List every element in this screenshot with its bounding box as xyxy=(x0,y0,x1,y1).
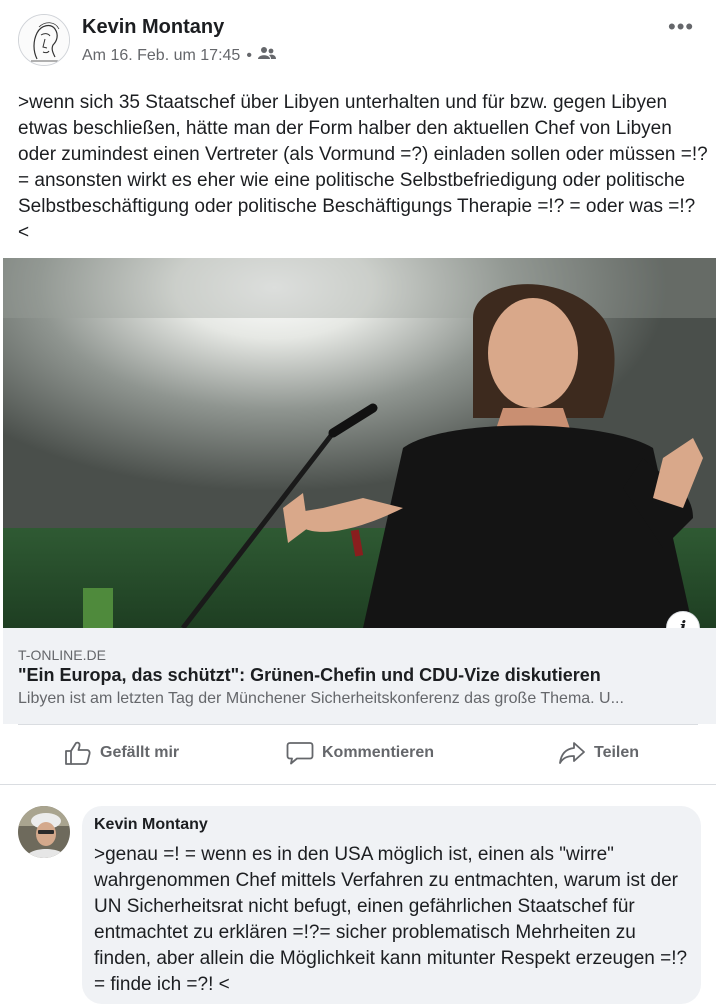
link-domain: T-ONLINE.DE xyxy=(18,647,106,663)
more-options-button[interactable]: ••• xyxy=(668,14,694,40)
divider xyxy=(0,784,716,785)
post-author-name[interactable]: Kevin Montany xyxy=(82,16,224,39)
comment-button[interactable]: Kommentieren xyxy=(286,740,434,766)
post-header: Kevin Montany Am 16. Feb. um 17:45 • ••• xyxy=(0,0,716,80)
link-preview-card[interactable]: T-ONLINE.DE "Ein Europa, das schützt": G… xyxy=(3,628,716,724)
comment-label: Kommentieren xyxy=(322,744,435,761)
thumbs-up-icon xyxy=(65,741,91,765)
sketch-portrait-icon xyxy=(19,15,69,65)
post-timestamp[interactable]: Am 16. Feb. um 17:45 xyxy=(82,47,240,65)
friends-icon[interactable] xyxy=(257,46,276,65)
like-button[interactable]: Gefällt mir xyxy=(64,740,179,766)
speaker-photo xyxy=(3,258,716,628)
commenter-photo xyxy=(18,806,70,858)
post-meta: Am 16. Feb. um 17:45 • xyxy=(82,46,276,65)
author-avatar[interactable] xyxy=(18,14,70,66)
share-arrow-icon xyxy=(559,742,585,764)
comment-bubble-icon xyxy=(286,742,314,765)
comment-bubble: Kevin Montany >genau =! = wenn es in den… xyxy=(82,806,701,1004)
link-title[interactable]: "Ein Europa, das schützt": Grünen-Chefin… xyxy=(18,665,708,686)
post-text: >wenn sich 35 Staatschef über Libyen unt… xyxy=(18,92,708,243)
action-bar: Gefällt mir Kommentieren Teilen xyxy=(0,728,716,782)
divider xyxy=(18,724,698,725)
commenter-avatar[interactable] xyxy=(18,806,70,858)
share-label: Teilen xyxy=(594,744,640,761)
link-description: Libyen ist am letzten Tag der Münchener … xyxy=(18,690,624,707)
meta-separator: • xyxy=(246,46,252,64)
share-button[interactable]: Teilen xyxy=(558,740,639,766)
link-preview-image[interactable] xyxy=(3,258,716,628)
like-label: Gefällt mir xyxy=(100,744,180,761)
comment-author-name[interactable]: Kevin Montany xyxy=(94,816,208,834)
comment-text: >genau =! = wenn es in den USA möglich i… xyxy=(94,844,688,995)
